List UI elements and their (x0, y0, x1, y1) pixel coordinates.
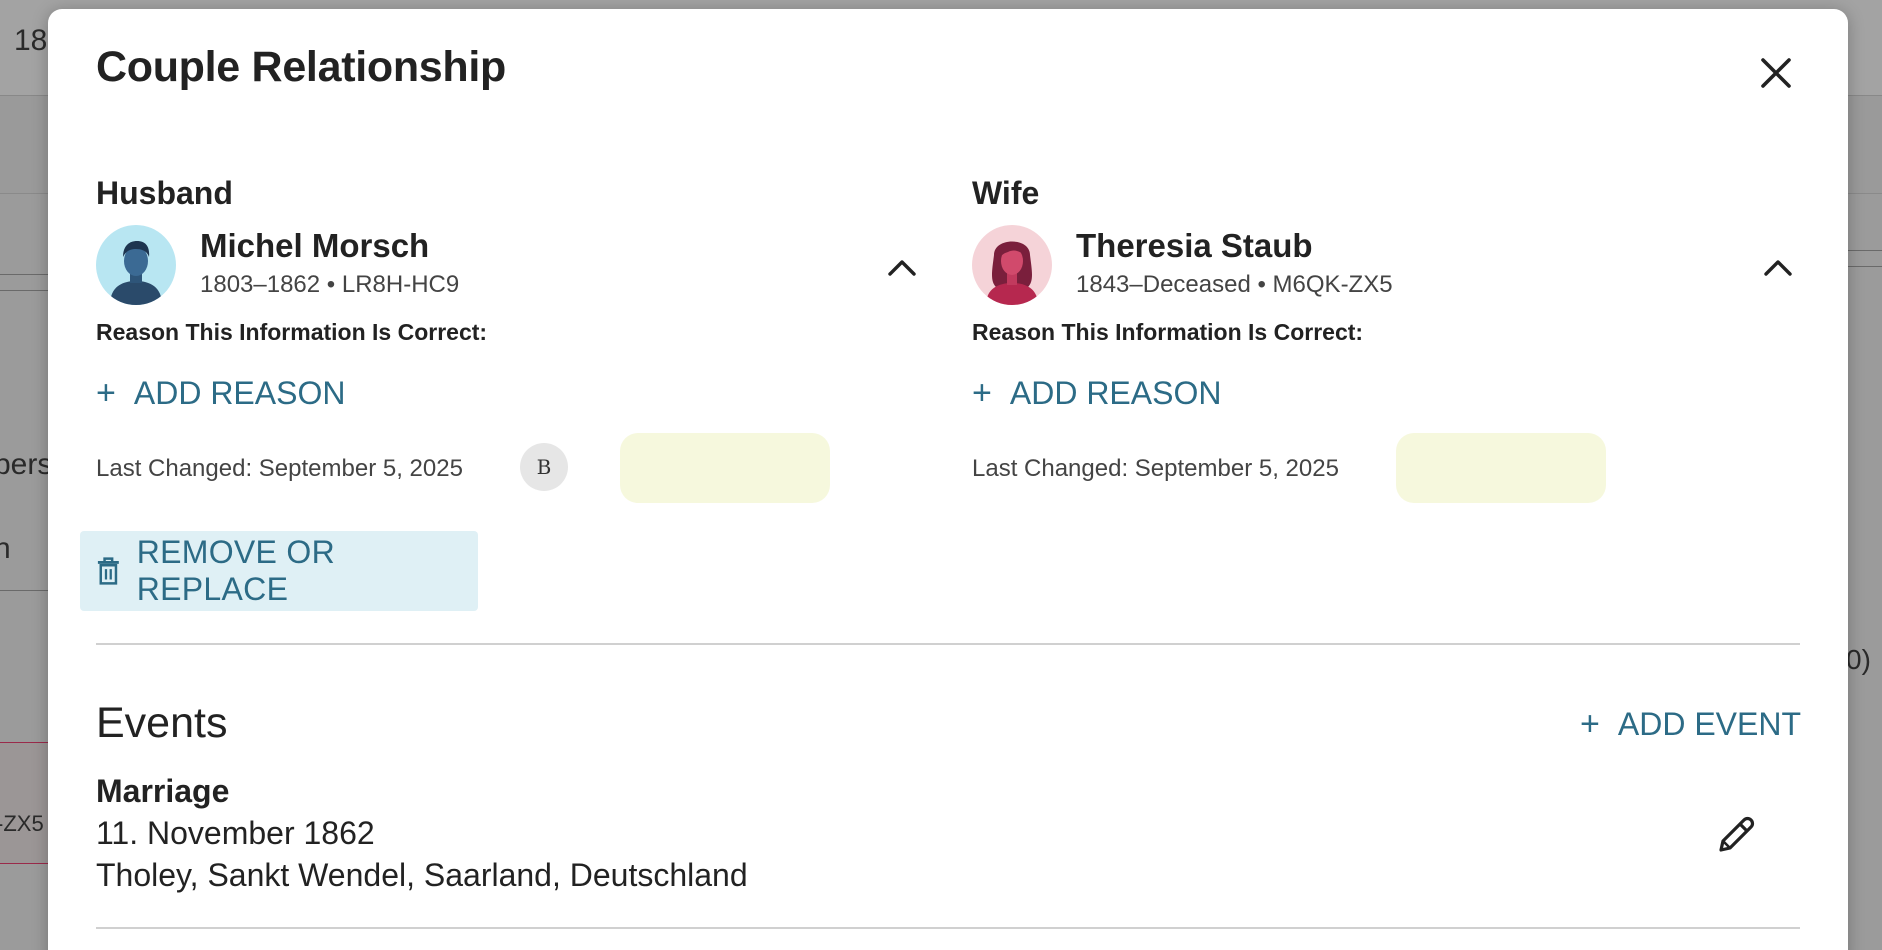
add-reason-button[interactable]: + ADD REASON (972, 373, 1792, 413)
contributor-badge[interactable]: B (520, 443, 568, 491)
add-reason-button[interactable]: + ADD REASON (96, 373, 916, 413)
background-person-card: -ZX5 (0, 742, 48, 864)
add-reason-label: ADD REASON (1009, 374, 1222, 411)
husband-section: Husband Michel Morsch 1803–1862 • LR8H-H… (96, 175, 916, 503)
plus-icon: + (972, 373, 992, 412)
last-changed-row: Last Changed: September 5, 2025 (972, 433, 1792, 503)
edit-event-button[interactable] (1708, 807, 1764, 863)
contributor-name-highlight[interactable] (1396, 433, 1606, 503)
reason-label: Reason This Information Is Correct: (96, 319, 488, 345)
husband-person-row[interactable]: Michel Morsch 1803–1862 • LR8H-HC9 (96, 223, 916, 313)
wife-section: Wife Theresia Staub 1843–Deceased • M6QK… (972, 175, 1792, 503)
event-date: 11. November 1862 (96, 815, 375, 851)
collapse-husband-button[interactable] (880, 245, 924, 289)
background-text-fragment: -ZX5 (0, 811, 44, 836)
close-icon (1761, 58, 1791, 88)
male-avatar-icon (96, 225, 176, 305)
female-avatar-icon (972, 225, 1052, 305)
wife-lifespan-id: 1843–Deceased • M6QK-ZX5 (1076, 271, 1393, 298)
background-text-fragment: pers (0, 448, 53, 481)
remove-or-replace-button[interactable]: REMOVE OR REPLACE (80, 531, 478, 611)
dialog-title: Couple Relationship (96, 43, 506, 91)
event-type: Marriage (96, 773, 230, 809)
collapse-wife-button[interactable] (1756, 245, 1800, 289)
contributor-name-highlight[interactable] (620, 433, 830, 503)
husband-label: Husband (96, 175, 233, 211)
last-changed-text: Last Changed: September 5, 2025 (972, 455, 1339, 482)
last-changed-text: Last Changed: September 5, 2025 (96, 455, 463, 482)
reason-label: Reason This Information Is Correct: (972, 319, 1364, 345)
event-place: Tholey, Sankt Wendel, Saarland, Deutschl… (96, 857, 748, 893)
background-text-fragment: n (0, 532, 11, 565)
section-divider (96, 927, 1800, 929)
background-divider (1848, 250, 1882, 251)
husband-lifespan-id: 1803–1862 • LR8H-HC9 (200, 271, 460, 298)
add-reason-label: ADD REASON (133, 374, 346, 411)
background-text-fragment: 0) (1846, 644, 1871, 675)
background-divider (0, 274, 48, 275)
chevron-up-icon (1764, 260, 1792, 276)
husband-name[interactable]: Michel Morsch (200, 227, 429, 265)
wife-person-row[interactable]: Theresia Staub 1843–Deceased • M6QK-ZX5 (972, 223, 1792, 313)
pencil-icon (1719, 816, 1755, 852)
close-button[interactable] (1748, 45, 1804, 101)
background-divider (0, 590, 48, 591)
add-event-label: ADD EVENT (1617, 706, 1801, 742)
wife-label: Wife (972, 175, 1040, 211)
background-divider (0, 290, 48, 291)
events-heading: Events (96, 699, 228, 747)
last-changed-row: Last Changed: September 5, 2025 B (96, 433, 916, 503)
trash-icon (97, 557, 119, 585)
plus-icon: + (96, 373, 116, 412)
chevron-up-icon (888, 260, 916, 276)
background-divider (1848, 266, 1882, 267)
wife-name[interactable]: Theresia Staub (1076, 227, 1313, 265)
background-text-fragment: 18 (14, 24, 48, 57)
couple-relationship-dialog: Couple Relationship Husband Michel Morsc… (48, 9, 1848, 950)
add-event-button[interactable]: + ADD EVENT (1580, 705, 1801, 744)
remove-or-replace-label: REMOVE OR REPLACE (136, 534, 335, 607)
section-divider (96, 643, 1800, 645)
plus-icon: + (1580, 705, 1600, 743)
